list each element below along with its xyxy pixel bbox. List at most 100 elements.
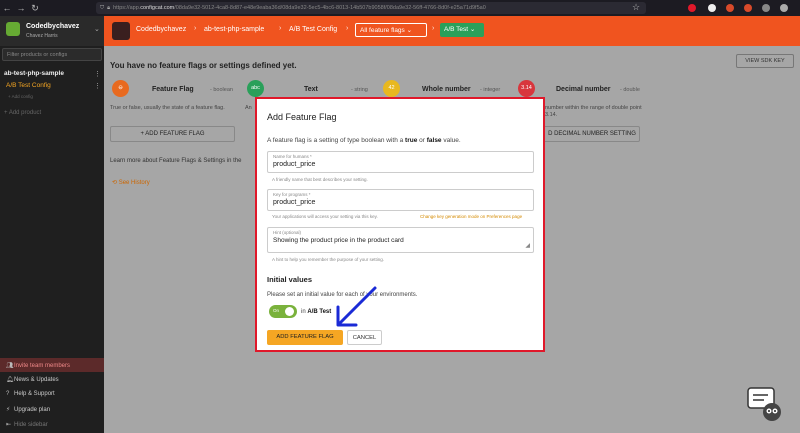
decimal-description: number within the range of double point …	[545, 105, 642, 118]
desc-post: value.	[443, 137, 461, 144]
desc-pre: A feature flag is a setting of type bool…	[267, 137, 404, 144]
integer-type-icon: 42	[383, 80, 400, 97]
flag-filter-select[interactable]: All feature flags ⌄	[355, 23, 427, 37]
toggle-label: On	[273, 308, 280, 313]
desc-false: false	[426, 137, 442, 144]
more-icon[interactable]: ⋮	[94, 82, 101, 90]
see-history-label: See History	[118, 180, 150, 186]
chevron-right-icon: ›	[279, 25, 282, 32]
filter-input[interactable]: Filter products or configs	[2, 48, 102, 61]
extension-icon[interactable]	[688, 4, 696, 12]
collapse-icon: ⇤	[6, 422, 12, 428]
add-feature-flag-button[interactable]: ADD FEATURE FLAG	[267, 330, 343, 345]
hint-field-label: Hint (optional)	[273, 230, 302, 235]
environment-select[interactable]: A/B Test ⌄	[440, 23, 484, 37]
add-product-link[interactable]: + Add product	[4, 110, 41, 116]
hint-field-value[interactable]: Showing the product price in the product…	[273, 237, 404, 244]
help-label: Help & Support	[14, 391, 55, 397]
sidebar-config[interactable]: A/B Test Config	[6, 82, 51, 89]
invite-team-button[interactable]: 👥︎Invite team members	[0, 358, 104, 372]
initial-value-toggle[interactable]: On	[269, 305, 297, 318]
breadcrumb-product[interactable]: ab-test-php-sample	[204, 26, 264, 33]
extension-icon[interactable]	[726, 4, 734, 12]
filter-select-value: All feature flags	[360, 27, 405, 34]
key-generation-link[interactable]: Change key generation mode on Preference…	[420, 214, 522, 219]
users-icon: 👥︎	[6, 363, 14, 369]
desc-or: or	[419, 137, 425, 144]
name-field-value[interactable]: product_price	[273, 161, 315, 168]
resize-grip-icon[interactable]: ◢	[525, 242, 530, 249]
env-name: A/B Test	[307, 309, 332, 315]
name-field-help: A friendly name that best describes your…	[272, 177, 368, 182]
name-field[interactable]: Name for humans * product_price	[267, 151, 534, 173]
add-config-link[interactable]: + Add config	[8, 94, 33, 99]
extension-icon[interactable]	[762, 4, 770, 12]
chevron-down-icon: ⌄	[94, 26, 100, 33]
type-feature-flag-kind: - boolean	[210, 87, 233, 93]
extension-icon[interactable]	[744, 4, 752, 12]
toggle-icon: ⊖	[112, 80, 129, 97]
more-icon[interactable]: ⋮	[94, 70, 101, 78]
type-text: Text	[304, 86, 318, 93]
upgrade-link[interactable]: ⚡︎ Upgrade plan	[6, 406, 50, 413]
type-decimal-number: Decimal number	[556, 86, 611, 93]
bell-icon: 🔔︎	[6, 377, 14, 383]
upgrade-icon: ⚡︎	[6, 407, 11, 413]
breadcrumb-org[interactable]: Codedbychavez	[136, 26, 186, 33]
bool-description: True or false, usually the state of a fe…	[110, 105, 225, 111]
learn-more-text: Learn more about Feature Flags & Setting…	[110, 158, 242, 164]
shield-icon: ⛉	[100, 4, 105, 11]
hint-field[interactable]: Hint (optional) Showing the product pric…	[267, 227, 534, 253]
help-icon: ?	[6, 391, 10, 397]
type-feature-flag: Feature Flag	[152, 86, 194, 93]
annotation-arrow-icon	[336, 286, 377, 327]
chat-widget-icon[interactable]	[744, 384, 784, 424]
url-path: /08da9e32-5012-4ca8-8d87-e48e9eaba36d/08…	[174, 5, 486, 11]
configcat-logo[interactable]	[112, 22, 130, 40]
type-decimal-number-kind: - double	[620, 87, 640, 93]
hint-field-help: A hint to help you remember the purpose …	[272, 257, 385, 262]
back-icon[interactable]: ←	[0, 3, 14, 13]
type-whole-number: Whole number	[422, 86, 471, 93]
hide-sidebar-link[interactable]: ⇤ Hide sidebar	[6, 421, 48, 428]
env-in: in	[301, 309, 306, 315]
extension-icon[interactable]	[708, 4, 716, 12]
org-name: Codedbychavez	[26, 23, 80, 30]
org-logo	[6, 22, 20, 36]
environment-value: A/B Test	[444, 26, 469, 33]
breadcrumb-config[interactable]: A/B Test Config	[289, 26, 337, 33]
bookmark-star-icon[interactable]: ☆	[632, 2, 640, 13]
desc-true: true	[405, 137, 418, 144]
url-bar[interactable]: ⛉ 🔒︎ https://app. configcat.com/08da9e32-…	[96, 2, 646, 14]
double-type-icon: 3.14	[518, 80, 535, 97]
cancel-button[interactable]: CANCEL	[347, 330, 382, 345]
chevron-right-icon: ›	[432, 25, 435, 32]
add-decimal-setting-button[interactable]: D DECIMAL NUMBER SETTING	[545, 126, 640, 142]
chevron-right-icon: ›	[346, 25, 349, 32]
news-link[interactable]: 🔔︎News & Updates	[6, 376, 59, 383]
view-sdk-key-button[interactable]: VIEW SDK KEY	[736, 54, 794, 68]
org-switcher[interactable]: Codedbychavez Chavez Harris ⌄	[0, 16, 104, 46]
sidebar: Codedbychavez Chavez Harris ⌄ Filter pro…	[0, 16, 104, 433]
url-prefix: https://app.	[113, 5, 141, 11]
menu-icon[interactable]	[780, 4, 788, 12]
dialog-title: Add Feature Flag	[267, 112, 337, 122]
sidebar-product[interactable]: ab-test-php-sample	[4, 70, 64, 77]
news-label: News & Updates	[14, 377, 59, 383]
key-field-value[interactable]: product_price	[273, 199, 315, 206]
text-description: An	[245, 105, 252, 111]
forward-icon[interactable]: →	[14, 3, 28, 13]
name-field-label: Name for humans *	[273, 154, 312, 159]
help-link[interactable]: ? Help & Support	[6, 391, 55, 397]
upgrade-label: Upgrade plan	[14, 407, 51, 413]
dialog-description: A feature flag is a setting of type bool…	[267, 137, 461, 144]
type-whole-number-kind: - integer	[480, 87, 501, 93]
user-name: Chavez Harris	[26, 33, 58, 39]
initial-values-title: Initial values	[267, 275, 313, 284]
reload-icon[interactable]: ↻	[28, 3, 42, 14]
see-history-link[interactable]: ⟲ See History	[112, 179, 150, 186]
chevron-right-icon: ›	[194, 25, 197, 32]
empty-state-title: You have no feature flags or settings de…	[110, 61, 297, 70]
add-feature-flag-button-bg[interactable]: + ADD FEATURE FLAG	[110, 126, 235, 142]
key-field[interactable]: Key for programs * product_price	[267, 189, 534, 211]
